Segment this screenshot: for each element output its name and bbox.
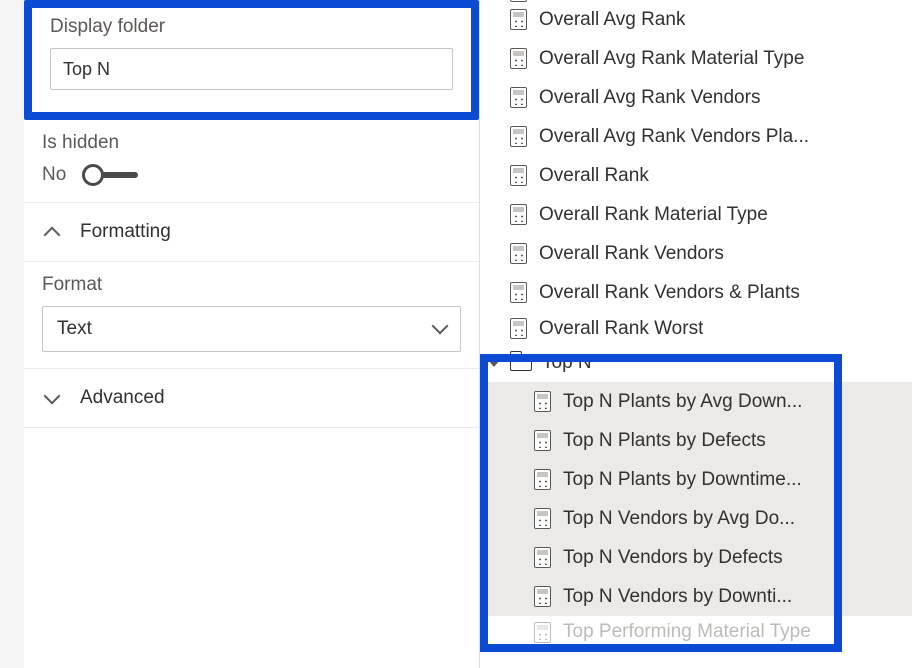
- measure-icon: [510, 87, 527, 108]
- field-name: Overall Rank Vendors & Plants: [539, 282, 800, 304]
- field-name: Top N Plants by Downtime...: [563, 469, 802, 491]
- field-name: Overall Avg Rank: [539, 9, 685, 31]
- display-folder-highlight: Display folder: [24, 0, 479, 120]
- list-item[interactable]: Overall Avg Rank Material Type: [480, 39, 912, 78]
- field-name: Overall Avg Rank Vendors Pla...: [539, 126, 809, 148]
- format-label: Format: [42, 274, 461, 296]
- is-hidden-value: No: [42, 164, 66, 186]
- list-item[interactable]: Top N Plants by Defects: [480, 421, 912, 460]
- measure-icon: [510, 9, 527, 30]
- format-section: Format Text: [24, 262, 479, 369]
- list-item[interactable]: Overall Avg Rank Vendors Pla...: [480, 117, 912, 156]
- measure-icon: [510, 282, 527, 303]
- advanced-accordion[interactable]: Advanced: [24, 369, 479, 428]
- display-folder-label: Display folder: [50, 16, 453, 38]
- chevron-down-icon: [44, 390, 60, 406]
- measure-icon: [510, 243, 527, 264]
- list-item[interactable]: Top N Vendors by Defects: [480, 538, 912, 577]
- field-name: Top N Vendors by Avg Do...: [563, 508, 795, 530]
- list-item[interactable]: Downtime Minutes: [480, 0, 912, 11]
- list-item[interactable]: Top N Plants by Downtime...: [480, 460, 912, 499]
- field-name: Overall Rank Worst: [539, 318, 703, 340]
- list-item[interactable]: Top N Vendors by Avg Do...: [480, 499, 912, 538]
- list-item[interactable]: Top N Vendors by Downti...: [480, 577, 912, 616]
- measure-icon: [510, 318, 527, 339]
- chevron-up-icon: [44, 224, 60, 240]
- measure-icon: [510, 165, 527, 186]
- display-folder-input[interactable]: [50, 48, 453, 90]
- list-item[interactable]: Overall Rank Vendors: [480, 234, 912, 273]
- measure-icon: [534, 391, 551, 412]
- measure-icon: [510, 204, 527, 225]
- is-hidden-section: Is hidden No: [24, 120, 479, 203]
- formatting-header-text: Formatting: [80, 221, 171, 243]
- field-name: Top N Vendors by Defects: [563, 547, 783, 569]
- field-name: Overall Avg Rank Vendors: [539, 87, 760, 109]
- format-dropdown[interactable]: Text: [42, 306, 461, 352]
- field-name: Top N Plants by Avg Down...: [563, 391, 802, 413]
- measure-icon: [534, 430, 551, 451]
- measure-icon: [534, 622, 551, 643]
- formatting-accordion[interactable]: Formatting: [24, 203, 479, 262]
- properties-panel: Display folder Is hidden No Formatting F…: [24, 0, 480, 668]
- list-item[interactable]: Top Performing Material Type: [480, 616, 912, 648]
- field-name: Downtime Minutes: [539, 0, 695, 3]
- measure-icon: [534, 586, 551, 607]
- measure-icon: [510, 0, 527, 2]
- measure-icon: [534, 508, 551, 529]
- field-name: Overall Avg Rank Material Type: [539, 48, 804, 70]
- folder-top-n[interactable]: Top N: [480, 344, 912, 382]
- measure-icon: [534, 547, 551, 568]
- list-item[interactable]: Overall Avg Rank Vendors: [480, 78, 912, 117]
- folder-icon: [510, 355, 532, 371]
- format-value: Text: [57, 318, 92, 340]
- list-item[interactable]: Overall Rank Vendors & Plants: [480, 273, 912, 312]
- measure-icon: [510, 48, 527, 69]
- list-item[interactable]: Overall Rank Worst: [480, 312, 912, 344]
- field-name: Top Performing Material Type: [563, 621, 811, 643]
- field-name: Top N Plants by Defects: [563, 430, 766, 452]
- measure-icon: [534, 469, 551, 490]
- field-name: Overall Rank: [539, 165, 649, 187]
- chevron-down-icon: [432, 318, 449, 335]
- advanced-header-text: Advanced: [80, 387, 165, 409]
- field-name: Overall Rank Material Type: [539, 204, 768, 226]
- field-name: Overall Rank Vendors: [539, 243, 724, 265]
- field-name: Top N Vendors by Downti...: [563, 586, 792, 608]
- folder-name: Top N: [542, 352, 592, 374]
- toggle-knob-icon: [82, 164, 104, 186]
- list-item[interactable]: Top N Plants by Avg Down...: [480, 382, 912, 421]
- list-item[interactable]: Overall Rank: [480, 156, 912, 195]
- fields-panel: Downtime Minutes Overall Avg Rank Overal…: [480, 0, 912, 668]
- is-hidden-label: Is hidden: [42, 132, 461, 154]
- list-item[interactable]: Overall Rank Material Type: [480, 195, 912, 234]
- measure-icon: [510, 126, 527, 147]
- expand-triangle-icon: [488, 360, 500, 367]
- is-hidden-toggle[interactable]: [84, 172, 138, 178]
